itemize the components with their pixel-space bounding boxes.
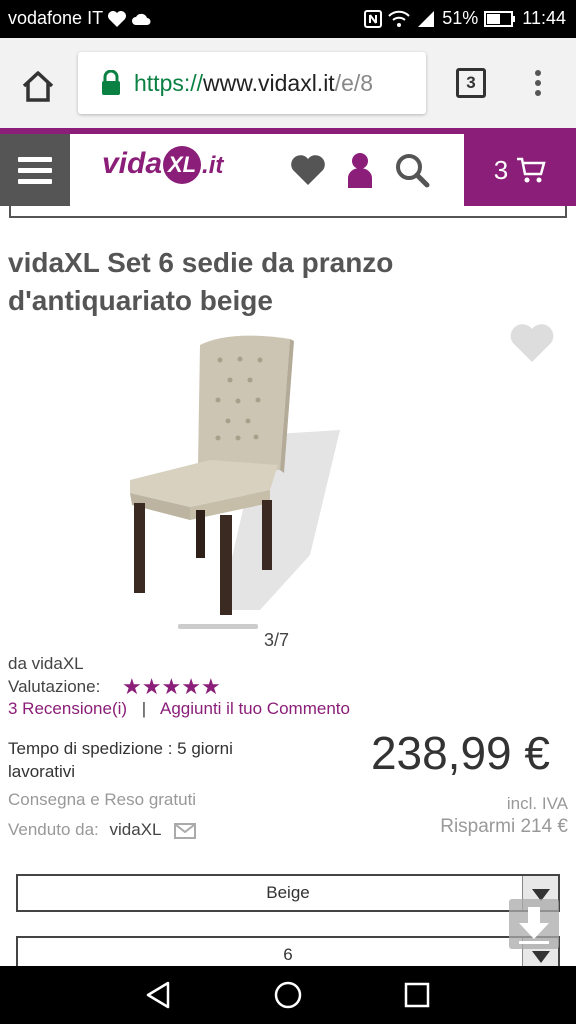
product-title: vidaXL Set 6 sedie da pranzo d'antiquari… [8,247,394,316]
carrier-label: vodafone IT [8,8,104,28]
star-icon: ★ [161,674,182,699]
battery-percent: 51% [442,8,479,28]
reviews-link[interactable]: 3 Recensione(i) [8,699,127,718]
star-icon: ★ [181,674,201,699]
nfc-icon [364,9,383,28]
favorite-heart-icon[interactable] [508,320,556,364]
account-icon[interactable] [340,150,380,190]
star-icon: ★ [122,674,142,699]
add-comment-link[interactable]: Aggiunti il tuo Commento [160,699,350,718]
home-icon[interactable] [18,66,58,106]
image-counter: 3/7 [264,630,290,650]
image-slider-indicator [178,624,258,629]
cloud-icon [132,13,151,25]
tab-switcher-button[interactable]: 3 [456,68,486,98]
scroll-down-button[interactable] [509,899,559,949]
rating-label: Valutazione: [8,677,101,696]
free-delivery-note: Consegna e Reso gratuti [8,790,197,809]
shopping-cart-icon [517,157,546,183]
sold-by-label: Venduto da: [8,820,99,839]
lock-icon [102,70,120,95]
logo-prefix: vida [102,146,163,180]
address-bar[interactable]: https://www.vidaxl.it/e/8 [78,52,426,114]
clock: 11:44 [522,8,566,28]
url-text: https://www.vidaxl.it/e/8 [134,70,373,97]
star-icon: ★ [200,674,221,699]
url-host: www.vidaxl.it [203,69,335,96]
sold-by: Venduto da: vidaXL [8,820,196,840]
vidaxl-logo[interactable]: vida XL .it [102,146,223,194]
link-separator: | [141,699,147,718]
color-select[interactable]: Beige [16,874,560,912]
hamburger-menu-icon[interactable] [0,134,70,206]
star-icon: ★ [141,674,162,699]
browser-toolbar: https://www.vidaxl.it/e/8 3 [0,38,576,128]
cart-button[interactable]: 3 [464,134,576,206]
overflow-menu-icon[interactable] [528,66,548,102]
subnav-strip [9,206,567,218]
url-scheme: https:// [134,69,204,96]
mail-icon[interactable] [173,822,196,839]
vat-note: incl. IVA [506,794,568,813]
search-icon[interactable] [392,150,432,190]
home-circle-icon[interactable] [273,980,303,1010]
price: 238,99 € [370,727,550,779]
arrow-down-icon [519,907,549,944]
brand-line: da vidaXL [8,654,84,673]
rating-stars: ★★★★★ [122,674,221,700]
logo-xl: XL [163,146,202,184]
savings: Risparmi 214 € [440,816,568,837]
wishlist-heart-icon[interactable] [288,150,328,190]
system-navigation-bar [0,966,576,1024]
heart-monitor-icon [108,10,127,27]
seller-name[interactable]: vidaXL [110,820,161,839]
logo-suffix: .it [202,151,224,179]
battery-icon [484,10,516,27]
shipping-time: Tempo di spedizione : 5 giorni lavorativ… [8,739,233,781]
url-path: /e/8 [334,69,374,96]
color-select-value: Beige [266,883,310,902]
status-bar: vodafone IT 51% 11:44 [0,0,576,38]
product-image-chair[interactable] [110,325,360,620]
recents-icon[interactable] [402,980,432,1010]
signal-icon [418,10,435,27]
review-links: 3 Recensione(i) | Aggiunti il tuo Commen… [8,699,350,719]
quantity-select-value: 6 [283,945,293,964]
site-header: vida XL .it 3 [0,128,576,206]
back-icon[interactable] [144,980,174,1010]
cart-count: 3 [493,154,509,185]
wifi-icon [388,10,410,27]
